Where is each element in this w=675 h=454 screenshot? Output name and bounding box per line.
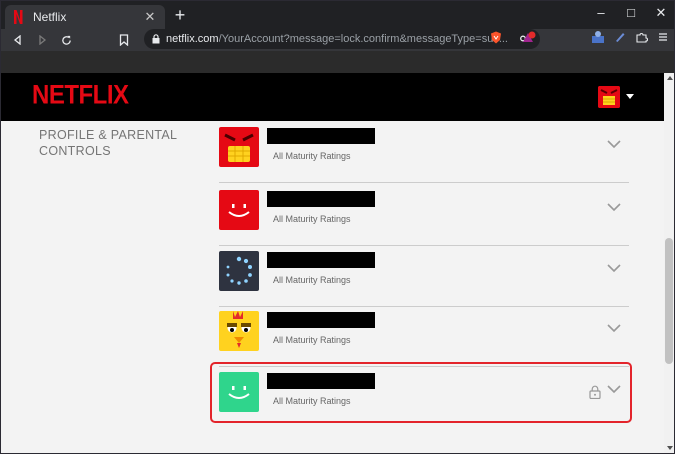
browser-window: Netflix ✕ + – □ ✕ netflix.com /YourAccou… [0,0,675,454]
window-controls: – □ ✕ [594,5,668,21]
scroll-down-icon[interactable] [667,446,673,450]
address-bar[interactable]: netflix.com /YourAccount?message=lock.co… [144,29,540,49]
new-tab-button[interactable]: + [171,6,189,24]
page-scrollbar[interactable] [664,73,674,453]
profile-row[interactable]: All Maturity Ratings [219,190,629,246]
yellow-chicken-avatar [219,311,259,351]
toolbar-actions [592,31,668,43]
profile-name-redacted [267,128,375,144]
maturity-rating: All Maturity Ratings [273,151,351,161]
url-path: /YourAccount?message=lock.confirm&messag… [218,33,508,45]
account-avatar[interactable] [598,86,620,108]
brave-shield-icon[interactable] [490,31,502,44]
reload-icon[interactable] [57,31,75,49]
maximize-button[interactable]: □ [624,5,638,21]
profile-row[interactable]: All Maturity Ratings [219,127,629,183]
lock-icon [589,385,601,399]
chevron-down-icon[interactable] [607,323,621,333]
profile-name-redacted [267,191,375,207]
chevron-down-icon[interactable] [607,384,621,394]
page-top-band [1,51,674,73]
profile-name-redacted [267,373,375,389]
tab-netflix[interactable]: Netflix ✕ [5,5,165,29]
bookmark-icon[interactable] [115,31,133,49]
tab-strip: Netflix ✕ + – □ ✕ [1,1,674,29]
profile-row-locked[interactable]: All Maturity Ratings [219,372,629,428]
scrollbar-thumb[interactable] [665,238,673,364]
brave-rewards-icon[interactable] [522,31,536,44]
maturity-rating: All Maturity Ratings [273,335,351,345]
red-smile-avatar [219,190,259,230]
profile-row[interactable]: All Maturity Ratings [219,251,629,307]
account-dropdown-caret-icon[interactable] [626,94,634,99]
minimize-button[interactable]: – [594,5,608,21]
forward-icon[interactable] [33,31,51,49]
tab-close-icon[interactable]: ✕ [143,9,157,25]
red-grin-avatar [219,127,259,167]
chevron-down-icon[interactable] [607,202,621,212]
browser-toolbar: netflix.com /YourAccount?message=lock.co… [1,29,674,51]
chevron-down-icon[interactable] [607,139,621,149]
pen-extension-icon[interactable] [614,31,626,43]
green-smile-avatar [219,372,259,412]
maturity-rating: All Maturity Ratings [273,275,351,285]
url-host: netflix.com [166,33,219,45]
account-content: PROFILE & PARENTAL CONTROLS All Maturity… [1,121,664,453]
section-title: PROFILE & PARENTAL CONTROLS [39,128,177,158]
lock-icon [152,34,160,44]
netflix-header: NETFLIX [1,73,664,121]
profile-name-redacted [267,252,375,268]
back-icon[interactable] [9,31,27,49]
maturity-rating: All Maturity Ratings [273,214,351,224]
scroll-up-icon[interactable] [667,76,673,80]
maturity-rating: All Maturity Ratings [273,396,351,406]
profile-row[interactable]: All Maturity Ratings [219,311,629,367]
close-window-button[interactable]: ✕ [654,5,668,21]
profile-name-redacted [267,312,375,328]
puzzle-extensions-icon[interactable] [636,31,648,43]
menu-icon[interactable] [658,32,668,42]
tab-title: Netflix [33,10,67,24]
netflix-favicon-icon [13,10,25,24]
dark-spinner-avatar [219,251,259,291]
extension-icons [490,31,536,44]
profile-extension-icon[interactable] [592,31,604,43]
chevron-down-icon[interactable] [607,263,621,273]
netflix-logo[interactable]: NETFLIX [32,81,129,112]
